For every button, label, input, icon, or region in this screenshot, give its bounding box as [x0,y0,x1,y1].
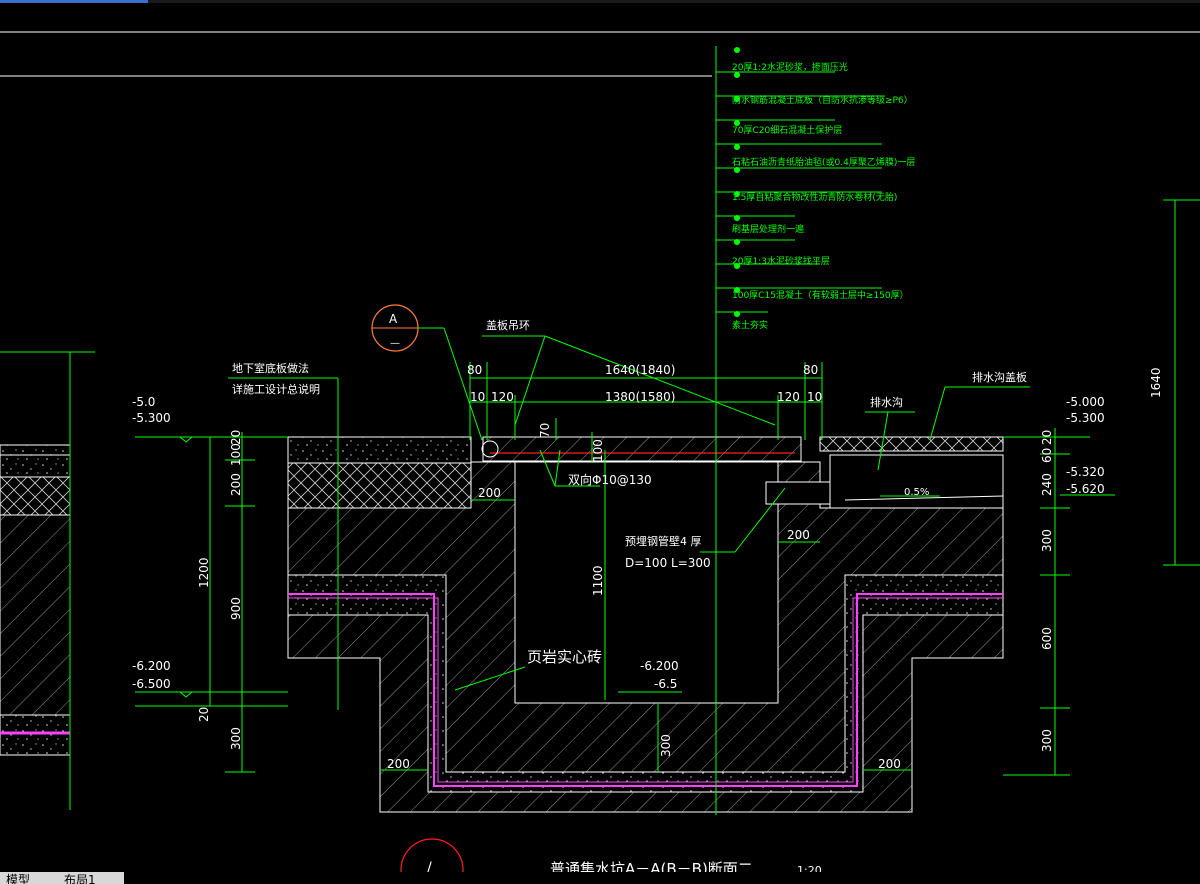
left-dim-chain [135,432,288,773]
dim-top-total: 1640(1840) [605,363,675,377]
rebar-label: 双向Φ10@130 [568,472,652,487]
elev-right-top-1: -5.000 [1066,395,1105,409]
layer-label-1: 20厚1:2水泥砂浆，掺面压光 [732,61,848,73]
dim-right-600: 600 [1040,627,1054,650]
dim-10-right: 10 [807,390,822,404]
elev-right-mid-2: -5.620 [1066,482,1105,496]
layer-label-2: 防水钢筋混凝土底板（自防水抗渗等级≥P6） [732,94,913,106]
cover-ring-label: 盖板吊环 [486,318,530,332]
cad-drawing-canvas[interactable]: 20厚1:2水泥砂浆，掺面压光 防水钢筋混凝土底板（自防水抗渗等级≥P6） 70… [0,0,1200,884]
dim-70: 70 [538,423,552,438]
layer-label-6: 刷基层处理剂一遍 [732,223,804,235]
dim-10-left: 10 [470,390,485,404]
dim-200-bottom-right: 200 [878,757,901,771]
layer-label-4: 石粘石油沥青纸胎油毡(或0.4厚聚乙烯膜)一层 [732,156,915,168]
dim-left-20b: 20 [197,707,211,722]
dim-120-left: 120 [491,390,514,404]
section-letter: A [389,312,398,326]
layer-leader [716,47,885,317]
ditch-cover-label: 排水沟盖板 [972,370,1027,384]
pipe-label: 预埋钢管壁4 厚 [625,534,702,548]
layer-label-9: 素土夯实 [732,319,768,331]
left-partial-section [0,351,95,810]
layer-label-8: 100厚C15混凝土（有软弱土层中≥150厚） [732,289,909,301]
dim-right-total: 1640 [1149,367,1163,398]
dim-right-60: 60 [1040,448,1054,463]
tab-model[interactable]: 模型 [0,872,60,884]
pipe-size-label: D=100 L=300 [625,556,711,570]
dim-right-300b: 300 [1040,729,1054,752]
dim-left-100: 100 [229,443,243,466]
dim-80-right: 80 [803,363,818,377]
dim-120-right: 120 [777,390,800,404]
drain-ditch-label: 排水沟 [870,395,903,409]
pit-section-body [287,436,1004,813]
dim-right-20: 20 [1040,430,1054,445]
elev-left-bot-2: -6.500 [132,677,171,691]
elev-mid-bot-2: -6.5 [654,677,677,691]
dim-top-inner: 1380(1580) [605,390,675,404]
right-dim-chain [1003,428,1115,776]
dim-left-900: 900 [229,597,243,620]
layout-tabs: 模型 布局1 [0,872,1200,884]
section-marker-a[interactable]: A — [371,304,483,441]
dim-300-mid: 300 [659,734,673,757]
layer-label-7: 20厚1:3水泥砂浆找平层 [732,255,830,267]
dim-left-1200: 1200 [197,557,211,588]
dim-left-300: 300 [229,727,243,750]
floor-method-note: 详施工设计总说明 [232,382,320,396]
elev-mid-bot-1: -6.200 [640,659,679,673]
elev-left-bot-1: -6.200 [132,659,171,673]
dim-right-240: 240 [1040,473,1054,496]
brick-label: 页岩实心砖 [527,648,602,666]
dim-right-300: 300 [1040,529,1054,552]
elev-left-top-2: -5.300 [132,411,171,425]
floor-method-label: 地下室底板做法 [232,361,309,375]
elev-right-mid-1: -5.320 [1066,465,1105,479]
dim-200-right: 200 [787,528,810,542]
layer-label-3: 70厚C20细石混凝土保护层 [732,124,842,136]
dim-200-bottom-left: 200 [387,757,410,771]
elev-right-top-2: -5.300 [1066,411,1105,425]
dim-200-left: 200 [478,486,501,500]
dim-80-left: 80 [467,363,482,377]
tab-layout1[interactable]: 布局1 [58,872,124,884]
layer-label-5: 1.5厚自粘聚合物改性沥青防水卷材(无胎) [732,191,897,203]
section-sheet: — [390,338,400,349]
dim-1100: 1100 [591,565,605,596]
elev-left-top-1: -5.0 [132,395,155,409]
dim-left-20: 20 [229,430,243,445]
dim-left-200: 200 [229,473,243,496]
dim-100-vertical: 100 [591,439,605,462]
